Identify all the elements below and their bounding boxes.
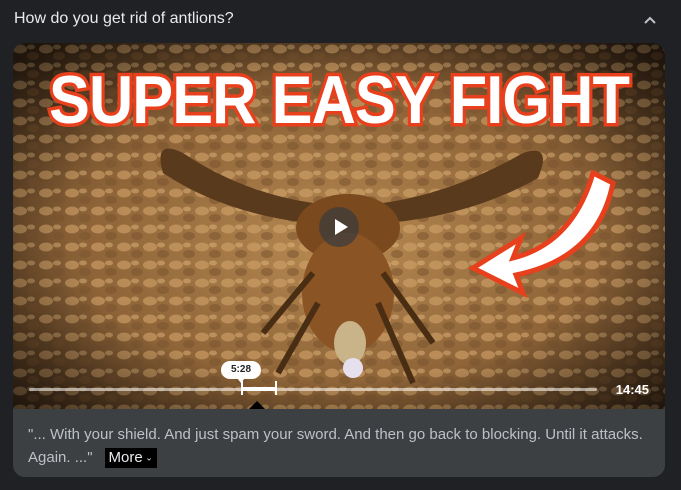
more-button[interactable]: More ⌄ (104, 448, 157, 468)
video-timeline[interactable] (29, 388, 597, 391)
clip-end-marker (275, 381, 277, 395)
question-text: How do you get rid of antlions? (14, 10, 234, 27)
clip-range (242, 387, 276, 391)
chevron-up-icon[interactable] (639, 10, 661, 30)
play-button[interactable] (319, 207, 359, 247)
position-marker (249, 401, 265, 409)
clip-start-marker (241, 381, 243, 395)
video-thumbnail[interactable]: SUPER EASY FIGHT 5:28 14:45 (13, 43, 665, 409)
timestamp-bubble: 5:28 (221, 361, 261, 379)
video-result-card: SUPER EASY FIGHT 5:28 14:45 "... With yo… (13, 43, 665, 477)
thumbnail-title: SUPER EASY FIGHT (49, 62, 629, 138)
transcript-caption: "... With your shield. And just spam you… (28, 423, 648, 469)
question-header[interactable]: How do you get rid of antlions? (0, 0, 681, 40)
more-label: More (108, 449, 143, 466)
chevron-down-icon: ⌄ (142, 452, 153, 463)
timestamp-bubble-tail (237, 378, 245, 383)
video-duration: 14:45 (615, 382, 649, 397)
play-icon (335, 219, 348, 235)
